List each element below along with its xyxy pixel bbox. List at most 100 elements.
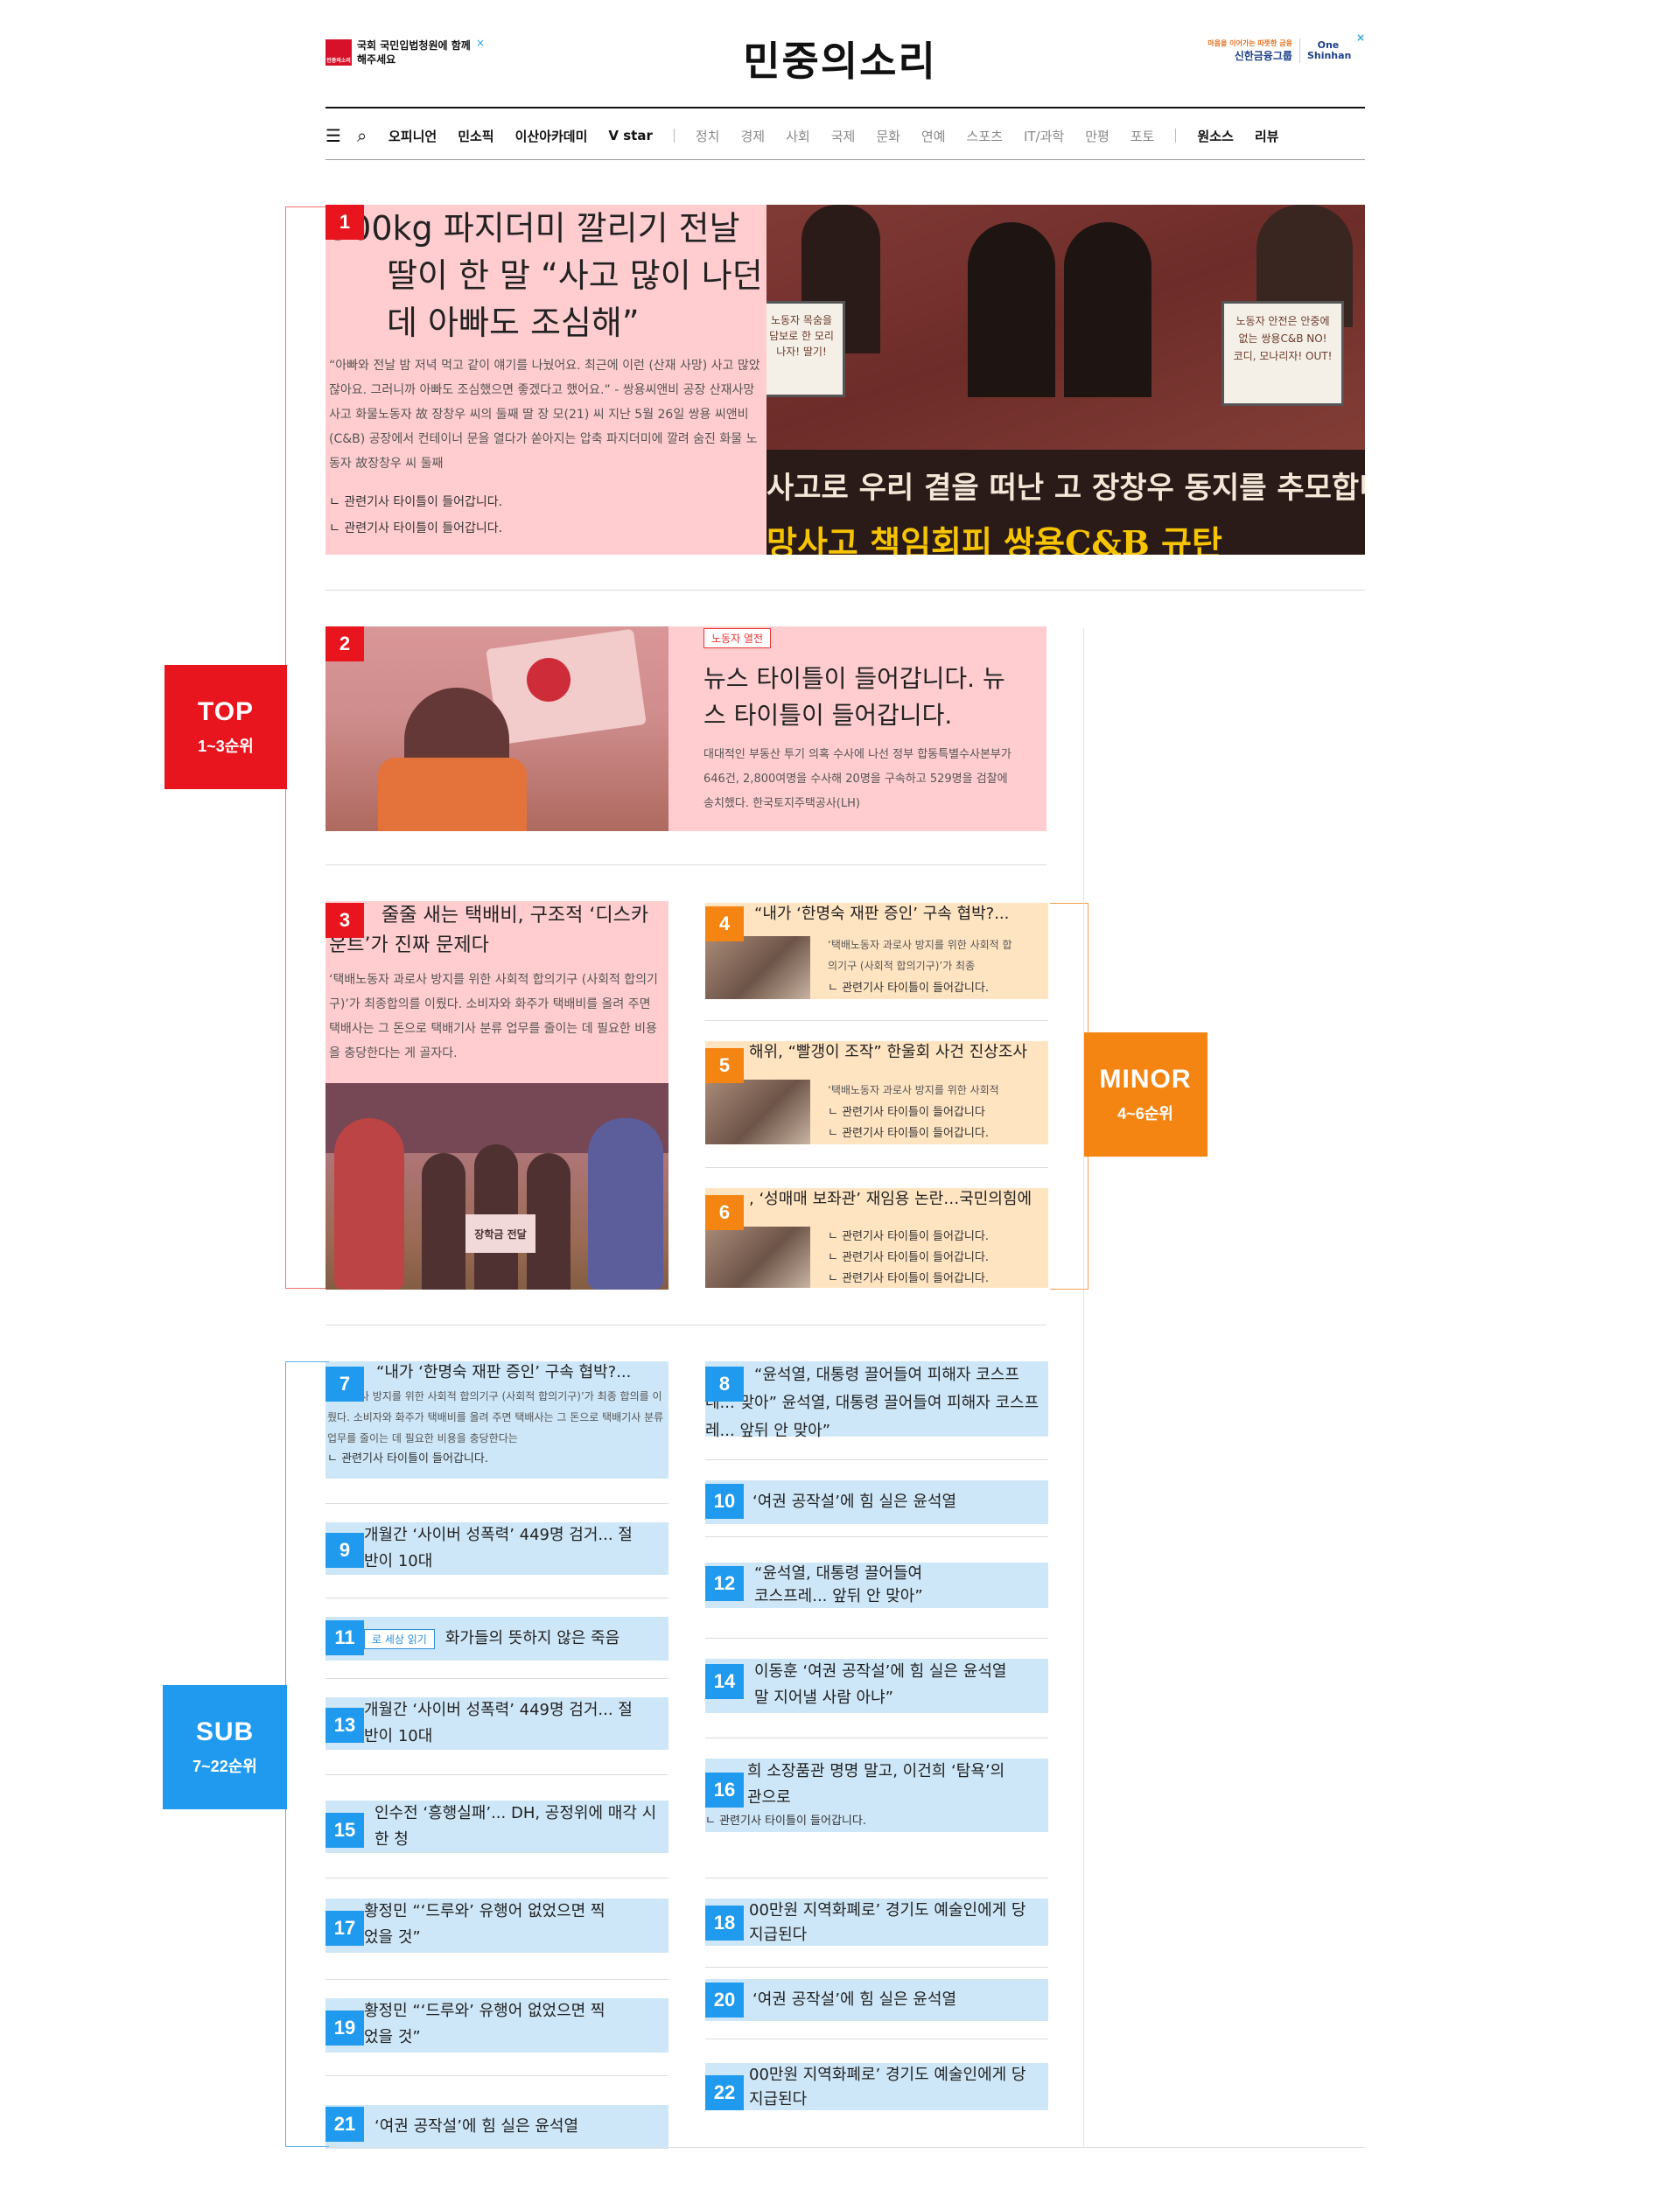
nav-item[interactable]: 이산아카데미 <box>515 127 588 145</box>
sub-title[interactable]: 00만원 지역화폐로’ 경기도 예술인에게 당 지급된다 <box>705 1899 1048 1948</box>
sub-item-15[interactable]: 인수전 ‘흥행실패’... DH, 공정위에 매각 시한 청 <box>326 1801 668 1853</box>
section-divider <box>326 2075 668 2076</box>
sub-title[interactable]: 황정민 “‘드루와’ 유행어 없었으면 찍었을 것” <box>326 1998 668 2051</box>
sub-item-11[interactable]: 로 세상 읽기 화가들의 뜻하지 않은 죽음 <box>326 1617 668 1661</box>
top2-text-block[interactable]: 노동자 열전 뉴스 타이틀이 들어갑니다. 뉴스 타이틀이 들어갑니다. 대대적… <box>668 626 1046 831</box>
minor-title[interactable]: , ‘성매매 보좌관’ 재임용 논란…국민의힘에 <box>749 1188 1032 1211</box>
sub-related[interactable]: 관련기사 타이틀이 들어갑니다. <box>705 1811 1048 1832</box>
nav-item[interactable]: IT/과학 <box>1024 127 1064 145</box>
nav-item[interactable]: 문화 <box>876 127 900 145</box>
minor-thumb[interactable] <box>705 1080 810 1144</box>
nav-item[interactable]: 스포츠 <box>967 127 1003 145</box>
top2-headline[interactable]: 뉴스 타이틀이 들어갑니다. 뉴스 타이틀이 들어갑니다. <box>704 661 1012 734</box>
minor-related[interactable]: 관련기사 타이틀이 들어갑니다. <box>828 1227 989 1248</box>
column-divider <box>1083 628 1084 2147</box>
top3-desc: ‘택배노동자 과로사 방지를 위한 사회적 합의기구 (사회적 합의기구)’가 … <box>329 973 658 1060</box>
minor-related[interactable]: 관련기사 타이틀이 들어갑니다. <box>828 1248 989 1269</box>
minor-item-5[interactable]: 해위, “빨갱이 조작” 한울회 사건 진상조사 ‘택배노동자 과로사 방지를 … <box>705 1041 1048 1144</box>
sub-item-21[interactable]: ‘여권 공작설’에 힘 실은 윤석열 <box>326 2105 668 2149</box>
minor-title[interactable]: “내가 ‘한명숙 재판 증인’ 구속 협박?... <box>754 903 1009 926</box>
sub-title[interactable]: 황정민 “‘드루와’ 유행어 없었으면 찍었을 것” <box>326 1899 668 1951</box>
top3-photo[interactable]: 장학금 전달 <box>326 1083 668 1290</box>
top1-text-block[interactable]: 500kg 파지더미 깔리기 전날 딸이 한 말 “사고 많이 나던데 아빠도 … <box>326 205 766 555</box>
top3-headline[interactable]: 줄줄 새는 택배비, 구조적 ‘디스카운트’가 진짜 문제다 <box>329 901 665 961</box>
section-divider <box>705 1167 1048 1168</box>
top1-sign-left: 노동자 목숨을 담보로 한 모리나자! 딸기! <box>766 301 845 397</box>
nav-item[interactable]: 만평 <box>1085 127 1110 145</box>
nav-item[interactable]: 민소픽 <box>458 127 494 145</box>
site-logo[interactable]: 민중의소리 <box>0 30 1680 87</box>
sub-title[interactable]: “윤석열, 대통령 끌어들여 코스프레... 앞뒤 안 맞아” <box>705 1563 1048 1608</box>
footer-divider <box>326 2147 1365 2148</box>
sub-title[interactable]: 인수전 ‘흥행실패’... DH, 공정위에 매각 시한 청 <box>326 1801 668 1853</box>
sub-item-22[interactable]: 00만원 지역화폐로’ 경기도 예술인에게 당 지급된다 <box>705 2063 1048 2110</box>
search-icon[interactable]: ⌕ <box>357 125 388 146</box>
section-divider <box>705 1459 1048 1460</box>
sub-title[interactable]: 화가들의 뜻하지 않은 죽음 <box>445 1624 620 1654</box>
nav-item[interactable]: V star <box>608 128 652 143</box>
top1-headline[interactable]: 500kg 파지더미 깔리기 전날 딸이 한 말 “사고 많이 나던데 아빠도 … <box>329 205 763 346</box>
top1-sign-right: 노동자 안전은 안중에 없는 쌍용C&B NO! 코디, 모나리자! OUT! <box>1222 301 1344 406</box>
sub-item-9[interactable]: 개월간 ‘사이버 성폭력’ 449명 검거... 절반이 10대 <box>326 1522 668 1575</box>
sub-item-12[interactable]: “윤석열, 대통령 끌어들여 코스프레... 앞뒤 안 맞아” <box>705 1563 1048 1608</box>
minor-related[interactable]: 관련기사 타이틀이 들어갑니다. <box>828 978 989 999</box>
nav-item[interactable]: 국제 <box>831 127 856 145</box>
sub-title[interactable]: 개월간 ‘사이버 성폭력’ 449명 검거... 절반이 10대 <box>326 1697 668 1750</box>
minor-desc: ‘택배노동자 과로사 방지를 위한 사회적 <box>828 1084 999 1096</box>
ad-banner-right[interactable]: 마음을 이어가는 따뜻한 금융 신한금융그룹 One Shinhan × <box>1208 31 1365 63</box>
menu-icon[interactable]: ☰ <box>326 125 357 146</box>
nav-item[interactable]: 포토 <box>1130 127 1155 145</box>
sub-item-16[interactable]: 희 소장품관 명명 말고, 이건희 ‘탐욕’의 관으로 관련기사 타이틀이 들어… <box>705 1759 1048 1832</box>
sub-item-10[interactable]: ‘여권 공작설’에 힘 실은 윤석열 <box>705 1480 1048 1524</box>
sub-tag[interactable]: 로 세상 읽기 <box>364 1628 435 1649</box>
minor-title[interactable]: 해위, “빨갱이 조작” 한울회 사건 진상조사 <box>749 1041 1027 1064</box>
minor-related[interactable]: 관련기사 타이틀이 들어갑니다 <box>828 1102 985 1123</box>
minor-thumb[interactable] <box>705 936 810 999</box>
section-divider <box>326 1774 668 1775</box>
top1-related[interactable]: 관련기사 타이틀이 들어갑니다. <box>329 492 763 513</box>
nav-item[interactable]: 리뷰 <box>1255 127 1279 145</box>
sub-item-19[interactable]: 황정민 “‘드루와’ 유행어 없었으면 찍었을 것” <box>326 1998 668 2053</box>
sub-title[interactable]: ‘여권 공작설’에 힘 실은 윤석열 <box>374 2112 578 2142</box>
legend-top-sub: 1~3순위 <box>198 738 254 755</box>
legend-sub-title: SUB <box>195 1717 255 1746</box>
nav-item[interactable]: 경제 <box>740 127 765 145</box>
top2-tag[interactable]: 노동자 열전 <box>704 628 772 648</box>
top2-photo[interactable] <box>326 626 668 831</box>
nav-item[interactable]: 원소스 <box>1197 127 1233 145</box>
sub-title[interactable]: “내가 ‘한명숙 재판 증인’ 구속 협박?... <box>327 1361 667 1384</box>
sub-title[interactable]: 00만원 지역화폐로’ 경기도 예술인에게 당 지급된다 <box>705 2063 1048 2112</box>
nav-item[interactable]: 정치 <box>696 127 720 145</box>
top1-desc: “아빠와 전날 밤 저녁 먹고 같이 얘기를 나눴어요. 최근에 이런 (산재 … <box>329 359 760 471</box>
sub-title[interactable]: 희 소장품관 명명 말고, 이건희 ‘탐욕’의 관으로 <box>705 1759 1048 1811</box>
minor-related[interactable]: 관련기사 타이틀이 들어갑니다. <box>828 1269 989 1290</box>
sub-item-17[interactable]: 황정민 “‘드루와’ 유행어 없었으면 찍었을 것” <box>326 1899 668 1953</box>
sub-related[interactable]: 관련기사 타이틀이 들어갑니다. <box>327 1449 667 1470</box>
nav-item[interactable]: 연예 <box>921 127 946 145</box>
top3-text-block[interactable]: 줄줄 새는 택배비, 구조적 ‘디스카운트’가 진짜 문제다 ‘택배노동자 과로… <box>326 901 668 1083</box>
sub-item-20[interactable]: ‘여권 공작설’에 힘 실은 윤석열 <box>705 1979 1048 2021</box>
minor-item-6[interactable]: , ‘성매매 보좌관’ 재임용 논란…국민의힘에 관련기사 타이틀이 들어갑니다… <box>705 1188 1048 1288</box>
sub-item-7[interactable]: “내가 ‘한명숙 재판 증인’ 구속 협박?... 자 과로사 방지를 위한 사… <box>326 1361 668 1479</box>
sub-item-14[interactable]: 이동훈 ‘여권 공작설’에 힘 실은 윤석열 말 지어낼 사람 아냐” <box>705 1659 1048 1713</box>
sub-item-13[interactable]: 개월간 ‘사이버 성폭력’ 449명 검거... 절반이 10대 <box>326 1697 668 1750</box>
sub-title[interactable]: 이동훈 ‘여권 공작설’에 힘 실은 윤석열 말 지어낼 사람 아냐” <box>705 1659 1048 1711</box>
sub-title[interactable]: “윤석열, 대통령 끌어들여 피해자 코스프레... 맞아” 윤석열, 대통령 … <box>705 1361 1048 1445</box>
ad-right-slogan: 마음을 이어가는 따뜻한 금융 <box>1208 39 1292 47</box>
top1-related[interactable]: 관련기사 타이틀이 들어갑니다. <box>329 518 763 539</box>
ad-close-icon[interactable]: × <box>1356 31 1365 44</box>
ad-right-one: One Shinhan <box>1306 39 1352 61</box>
section-divider <box>326 864 1046 865</box>
nav-item[interactable]: 오피니언 <box>388 127 437 145</box>
sub-title[interactable]: 개월간 ‘사이버 성폭력’ 449명 검거... 절반이 10대 <box>326 1522 668 1575</box>
minor-item-4[interactable]: “내가 ‘한명숙 재판 증인’ 구속 협박?... ‘택배노동자 과로사 방지를… <box>705 903 1048 999</box>
sub-item-18[interactable]: 00만원 지역화폐로’ 경기도 예술인에게 당 지급된다 <box>705 1899 1048 1946</box>
rank-badge: 18 <box>705 1906 744 1941</box>
nav-item[interactable]: 사회 <box>786 127 810 145</box>
sub-title[interactable]: ‘여권 공작설’에 힘 실은 윤석열 <box>752 1985 956 2015</box>
minor-thumb[interactable] <box>705 1227 810 1288</box>
top1-photo[interactable]: 노동자 목숨을 담보로 한 모리나자! 딸기! 노동자 안전은 안중에 없는 쌍… <box>766 205 1365 555</box>
sub-title[interactable]: ‘여권 공작설’에 힘 실은 윤석열 <box>752 1487 956 1517</box>
sub-item-8[interactable]: “윤석열, 대통령 끌어들여 피해자 코스프레... 맞아” 윤석열, 대통령 … <box>705 1361 1048 1440</box>
minor-related[interactable]: 관련기사 타이틀이 들어갑니다. <box>828 1123 989 1144</box>
